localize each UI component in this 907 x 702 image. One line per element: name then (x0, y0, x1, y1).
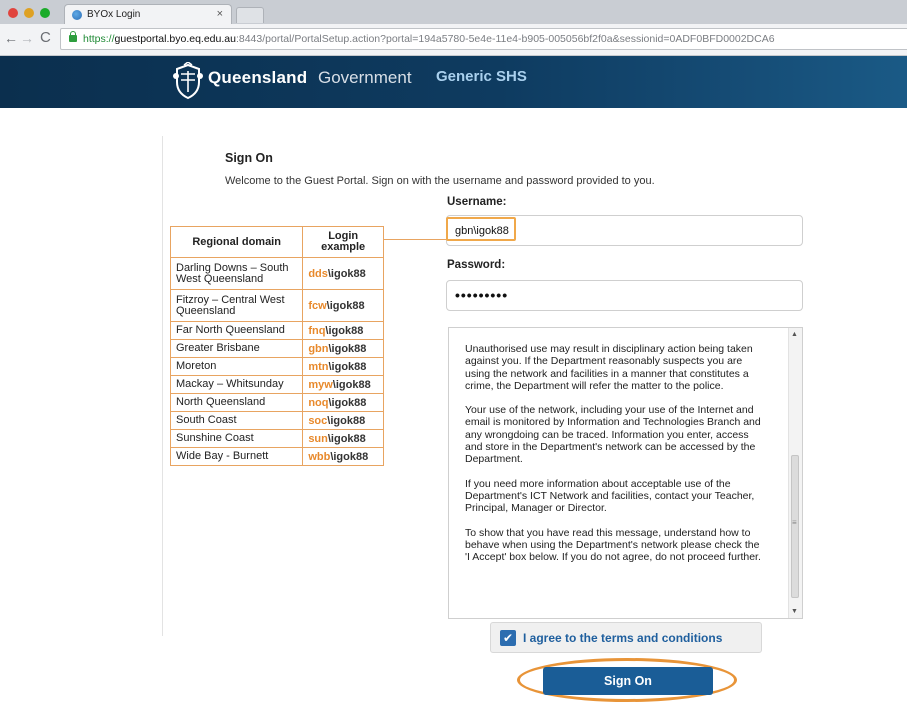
region-cell: Darling Downs – South West Queensland (169, 257, 304, 290)
login-suffix: \igok88 (328, 396, 367, 409)
table-row: Moreton mtn\igok88 (169, 357, 384, 376)
region-cell: Sunshine Coast (169, 429, 304, 448)
terms-scrollbar[interactable]: ▲ ≡ ▼ (788, 328, 802, 618)
domain-prefix: gbn (308, 342, 329, 355)
login-example-cell: myw\igok88 (302, 375, 384, 394)
queensland-crest-icon (173, 62, 203, 100)
terms-paragraph: Your use of the network, including your … (465, 404, 761, 466)
sign-on-button[interactable]: Sign On (543, 667, 713, 695)
region-cell: Moreton (169, 357, 304, 376)
table-row: North Queensland noq\igok88 (169, 393, 384, 412)
terms-text: Unauthorised use may result in disciplin… (465, 343, 765, 575)
terms-paragraph: If you need more information about accep… (465, 477, 755, 515)
back-arrow-icon[interactable]: ← (4, 30, 18, 46)
login-example-cell: fcw\igok88 (302, 289, 384, 322)
agree-terms-row[interactable]: ✔ I agree to the terms and conditions (490, 622, 762, 653)
password-label: Password: (447, 259, 506, 271)
browser-tab-bar: BYOx Login × (0, 0, 907, 24)
domain-prefix: wbb (308, 450, 331, 463)
window-minimize-icon[interactable] (24, 8, 34, 18)
address-bar[interactable]: https://guestportal.byo.eq.edu.au:8443/p… (60, 28, 907, 50)
region-cell: Mackay – Whitsunday (169, 375, 304, 394)
table-row: Mackay – Whitsunday myw\igok88 (169, 375, 384, 394)
domain-prefix: dds (308, 267, 328, 280)
table-row: Far North Queensland fnq\igok88 (169, 321, 384, 340)
browser-tab[interactable]: BYOx Login × (64, 4, 232, 24)
terms-paragraph: To show that you have read this message,… (465, 526, 761, 564)
forward-arrow-icon[interactable]: → (20, 30, 34, 46)
callout-line (384, 239, 446, 240)
grip-icon: ≡ (792, 518, 797, 527)
tab-title: BYOx Login (87, 9, 141, 20)
login-example-cell: gbn\igok88 (302, 339, 384, 358)
table-header-login: Login example (302, 226, 384, 258)
agree-label[interactable]: I agree to the terms and conditions (523, 631, 722, 645)
login-example-cell: noq\igok88 (302, 393, 384, 412)
terms-box[interactable]: Unauthorised use may result in disciplin… (448, 327, 803, 619)
brand-name: Queensland (208, 68, 308, 87)
login-suffix: \igok88 (326, 299, 365, 312)
username-field[interactable] (446, 215, 803, 246)
portal-subtitle: Generic SHS (436, 68, 527, 85)
login-suffix: \igok88 (328, 360, 367, 373)
regional-domain-table: Regional domain Login example Darling Do… (169, 226, 384, 466)
scroll-thumb[interactable]: ≡ (791, 455, 799, 598)
region-cell: North Queensland (169, 393, 304, 412)
url-scheme: https:// (83, 33, 115, 45)
login-suffix: \igok88 (328, 342, 367, 355)
scroll-up-icon[interactable]: ▲ (791, 331, 798, 338)
table-row: Darling Downs – South West Queensland dds… (169, 257, 384, 290)
domain-prefix: myw (308, 378, 333, 391)
domain-prefix: fcw (308, 299, 327, 312)
lock-icon (69, 31, 77, 42)
table-row: Greater Brisbane gbn\igok88 (169, 339, 384, 358)
login-suffix: \igok88 (327, 432, 366, 445)
login-suffix: \igok88 (332, 378, 371, 391)
domain-prefix: soc (308, 414, 328, 427)
login-example-cell: fnq\igok88 (302, 321, 384, 340)
table-row: South Coast soc\igok88 (169, 411, 384, 430)
window-maximize-icon[interactable] (40, 8, 50, 18)
table-row: Wide Bay - Burnett wbb\igok88 (169, 447, 384, 466)
domain-prefix: noq (308, 396, 329, 409)
table-row: Sunshine Coast sun\igok88 (169, 429, 384, 448)
login-example-cell: mtn\igok88 (302, 357, 384, 376)
brand-government: Government (318, 68, 412, 87)
table-row: Fitzroy – Central West Queensland fcw\igo… (169, 289, 384, 322)
window-close-icon[interactable] (8, 8, 18, 18)
agree-checkbox[interactable]: ✔ (500, 630, 516, 646)
site-header: Queensland Government Generic SHS (0, 56, 907, 108)
region-cell: Far North Queensland (169, 321, 304, 340)
login-example-cell: wbb\igok88 (302, 447, 384, 466)
url-host: guestportal.byo.eq.edu.au (114, 33, 236, 45)
domain-prefix: sun (308, 432, 328, 445)
login-suffix: \igok88 (330, 450, 369, 463)
login-example-cell: soc\igok88 (302, 411, 384, 430)
welcome-text: Welcome to the Guest Portal. Sign on wit… (225, 175, 655, 187)
username-label: Username: (447, 196, 507, 208)
favicon-icon (72, 10, 82, 20)
new-tab-button[interactable] (236, 7, 264, 23)
login-suffix: \igok88 (327, 414, 366, 427)
domain-prefix: mtn (308, 360, 329, 373)
login-example-cell: sun\igok88 (302, 429, 384, 448)
url-path: :8443/portal/PortalSetup.action?portal=1… (235, 33, 775, 45)
domain-prefix: fnq (308, 324, 326, 337)
region-cell: Fitzroy – Central West Queensland (169, 289, 304, 322)
login-example-cell: dds\igok88 (302, 257, 384, 290)
page-title: Sign On (225, 151, 273, 165)
tab-close-icon[interactable]: × (217, 5, 223, 24)
password-field[interactable]: ••••••••• (446, 280, 803, 311)
region-cell: Wide Bay - Burnett (169, 447, 304, 466)
region-cell: South Coast (169, 411, 304, 430)
reload-icon[interactable]: C (40, 29, 51, 46)
terms-paragraph: Unauthorised use may result in disciplin… (465, 343, 753, 392)
login-suffix: \igok88 (325, 324, 364, 337)
table-header-region: Regional domain (169, 226, 304, 258)
login-suffix: \igok88 (327, 267, 366, 280)
scroll-down-icon[interactable]: ▼ (791, 608, 798, 615)
region-cell: Greater Brisbane (169, 339, 304, 358)
browser-toolbar: ← → C https://guestportal.byo.eq.edu.au:… (0, 24, 907, 56)
panel-border (162, 136, 163, 636)
